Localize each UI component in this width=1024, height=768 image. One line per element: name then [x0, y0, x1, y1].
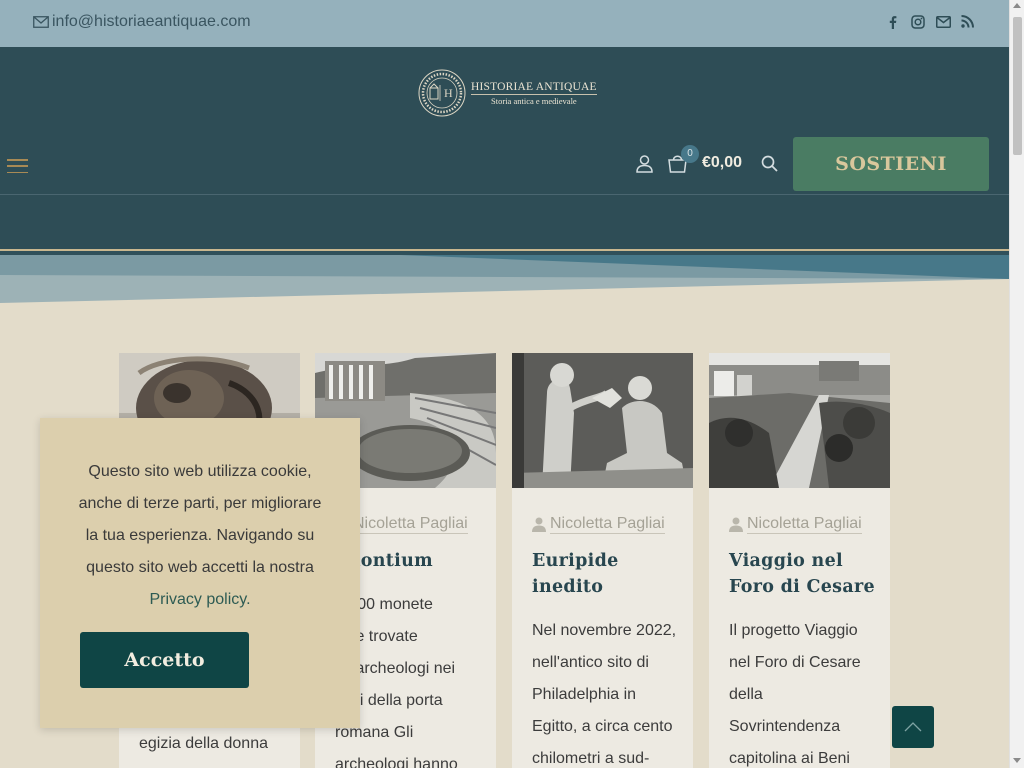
article-excerpt-line: della	[729, 686, 763, 703]
article-thumbnail[interactable]	[512, 353, 693, 488]
cookie-message: Questo sito web utilizza cookie, anche d…	[76, 456, 324, 616]
privacy-policy-link[interactable]: Privacy policy	[149, 591, 246, 608]
cart-count-badge: 0	[681, 145, 699, 163]
article-card[interactable]: Nicoletta Pagliai Euripide inedito Nel n…	[512, 353, 693, 768]
article-excerpt-line: nell'antico sito di	[532, 654, 649, 671]
article-excerpt-line: Il progetto Viaggio	[729, 622, 858, 639]
article-excerpt-line: archeologi hanno	[335, 756, 458, 768]
user-account-icon[interactable]	[636, 155, 653, 173]
article-excerpt-line: Egitto, a circa cento	[532, 718, 673, 735]
cookie-consent-banner: Questo sito web utilizza cookie, anche d…	[40, 418, 360, 728]
back-to-top-button[interactable]	[892, 706, 934, 748]
scroll-down-arrow-icon[interactable]	[1013, 758, 1021, 763]
article-card[interactable]: Nicoletta Pagliai Viaggio nel Foro di Ce…	[709, 353, 890, 768]
instagram-icon[interactable]	[911, 15, 925, 29]
contact-email-link[interactable]: info@historiaeantiquae.com	[33, 13, 251, 31]
scrollbar-thumb[interactable]	[1013, 17, 1022, 155]
search-icon[interactable]	[761, 155, 778, 172]
header-divider	[0, 194, 1009, 195]
article-excerpt-line: Philadelphia in	[532, 686, 637, 703]
site-header: H HISTORIAE ANTIQUAE Storia antica e med…	[0, 47, 1009, 251]
article-excerpt-line: Nel novembre 2022,	[532, 622, 677, 639]
article-thumbnail[interactable]	[709, 353, 890, 488]
social-links	[886, 15, 975, 29]
article-excerpt-line: chilometri a sud-	[532, 750, 650, 767]
logo-text: HISTORIAE ANTIQUAE Storia antica e medie…	[471, 81, 597, 106]
menu-hamburger-icon[interactable]	[7, 159, 28, 173]
logo-name: HISTORIAE ANTIQUAE	[471, 80, 597, 95]
chevron-up-icon	[904, 722, 922, 732]
article-author[interactable]: Nicoletta Pagliai	[729, 515, 862, 534]
cookie-link-suffix: .	[246, 591, 251, 608]
facebook-icon[interactable]	[886, 15, 900, 29]
page-scrollbar[interactable]	[1009, 0, 1024, 768]
user-icon	[532, 517, 546, 532]
article-excerpt-line: egizia della donna	[139, 735, 268, 752]
article-title[interactable]: Euripide inedito	[532, 548, 682, 600]
envelope-icon[interactable]	[936, 15, 951, 29]
site-logo[interactable]: H HISTORIAE ANTIQUAE Storia antica e med…	[418, 69, 597, 117]
logo-seal-icon: H	[418, 69, 466, 117]
article-excerpt-line: Sovrintendenza	[729, 718, 841, 735]
rss-icon[interactable]	[961, 15, 975, 29]
logo-initial: H	[444, 86, 453, 100]
contact-email-text: info@historiaeantiquae.com	[52, 13, 251, 30]
scroll-up-arrow-icon[interactable]	[1013, 3, 1021, 8]
author-name: Nicoletta Pagliai	[550, 515, 665, 534]
support-button[interactable]: SOSTIENI	[793, 137, 989, 191]
author-name: Nicoletta Pagliai	[747, 515, 862, 534]
author-name: Nicoletta Pagliai	[353, 515, 468, 534]
cart-total[interactable]: €0,00	[702, 154, 742, 172]
decorative-wave	[0, 251, 1009, 306]
article-title[interactable]: Viaggio nel Foro di Cesare	[729, 548, 879, 600]
accept-cookies-button[interactable]: Accetto	[80, 632, 249, 688]
user-icon	[729, 517, 743, 532]
envelope-icon	[33, 16, 49, 28]
top-bar: info@historiaeantiquae.com	[0, 0, 1009, 47]
article-excerpt-line: nel Foro di Cesare	[729, 654, 861, 671]
cookie-text: Questo sito web utilizza cookie, anche d…	[78, 463, 322, 576]
article-excerpt-line: capitolina ai Beni	[729, 750, 850, 767]
logo-tagline: Storia antica e medievale	[491, 95, 577, 106]
article-author[interactable]: Nicoletta Pagliai	[532, 515, 665, 534]
